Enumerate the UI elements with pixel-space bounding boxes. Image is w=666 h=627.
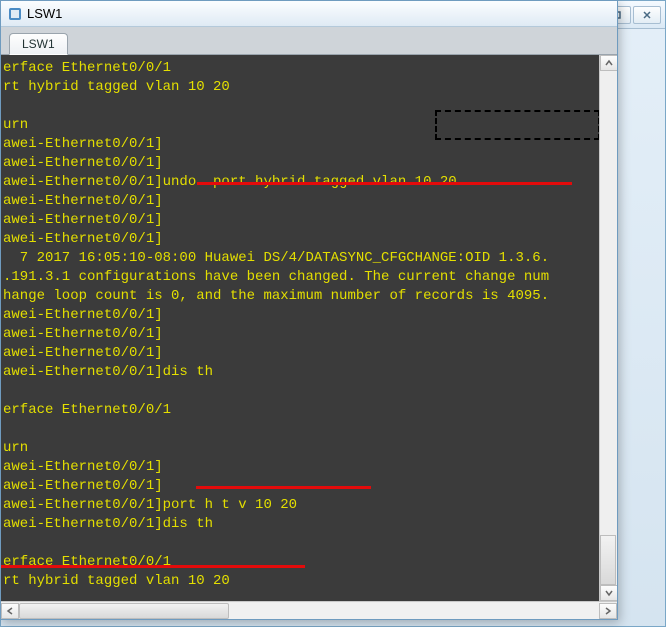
highlight-underline — [197, 182, 572, 185]
terminal-line: rt hybrid tagged vlan 10 20 — [3, 572, 617, 591]
scroll-left-button[interactable] — [1, 603, 19, 619]
terminal-line: awei-Ethernet0/0/1]port h t v 10 20 — [3, 496, 617, 515]
scroll-thumb-horizontal[interactable] — [19, 603, 229, 619]
terminal-tab-lsw1[interactable]: LSW1 — [9, 33, 68, 55]
scroll-right-button[interactable] — [599, 603, 617, 619]
terminal-line: .191.3.1 configurations have been change… — [3, 268, 617, 287]
terminal-tabstrip: LSW1 — [1, 27, 617, 55]
terminal-line — [3, 534, 617, 553]
window-close-button[interactable] — [633, 6, 661, 24]
scroll-track-vertical[interactable] — [600, 71, 617, 585]
terminal-line: urn — [3, 439, 617, 458]
scroll-up-button[interactable] — [600, 55, 617, 71]
terminal-line: awei-Ethernet0/0/1] — [3, 211, 617, 230]
close-icon — [642, 10, 652, 20]
terminal-line: awei-Ethernet0/0/1]dis th — [3, 515, 617, 534]
terminal-line: awei-Ethernet0/0/1] — [3, 230, 617, 249]
terminal-line: awei-Ethernet0/0/1]dis th — [3, 363, 617, 382]
terminal-line: erface Ethernet0/0/1 — [3, 401, 617, 420]
terminal-line: rt hybrid tagged vlan 10 20 — [3, 78, 617, 97]
terminal-line: awei-Ethernet0/0/1] — [3, 154, 617, 173]
terminal-tab-label: LSW1 — [22, 37, 55, 51]
chevron-up-icon — [605, 59, 613, 67]
scrollbar-horizontal[interactable] — [1, 601, 617, 619]
chevron-down-icon — [605, 589, 613, 597]
terminal-line — [3, 382, 617, 401]
terminal-line: awei-Ethernet0/0/1] — [3, 306, 617, 325]
terminal-line: awei-Ethernet0/0/1] — [3, 458, 617, 477]
chevron-right-icon — [604, 607, 612, 615]
terminal-titlebar[interactable]: LSW1 — [1, 1, 617, 27]
terminal-line: awei-Ethernet0/0/1] — [3, 325, 617, 344]
terminal-title: LSW1 — [27, 6, 62, 21]
terminal-app-icon — [7, 6, 23, 22]
selection-marquee — [435, 110, 600, 140]
scrollbar-vertical[interactable] — [599, 55, 617, 601]
terminal-line: awei-Ethernet0/0/1] — [3, 192, 617, 211]
terminal-line — [3, 591, 617, 601]
terminal-line: erface Ethernet0/0/1 — [3, 59, 617, 78]
scroll-track-horizontal[interactable] — [19, 603, 599, 619]
scroll-thumb-vertical[interactable] — [600, 535, 616, 585]
terminal-line: awei-Ethernet0/0/1] — [3, 344, 617, 363]
scroll-down-button[interactable] — [600, 585, 617, 601]
highlight-underline — [1, 565, 305, 568]
terminal-output[interactable]: erface Ethernet0/0/1rt hybrid tagged vla… — [1, 55, 617, 601]
terminal-line — [3, 420, 617, 439]
terminal-line: erface Ethernet0/0/1 — [3, 553, 617, 572]
highlight-underline — [196, 486, 371, 489]
terminal-window: LSW1 LSW1 erface Ethernet0/0/1rt hybrid … — [0, 0, 618, 620]
chevron-left-icon — [6, 607, 14, 615]
terminal-line: hange loop count is 0, and the maximum n… — [3, 287, 617, 306]
terminal-line: 7 2017 16:05:10-08:00 Huawei DS/4/DATASY… — [3, 249, 617, 268]
